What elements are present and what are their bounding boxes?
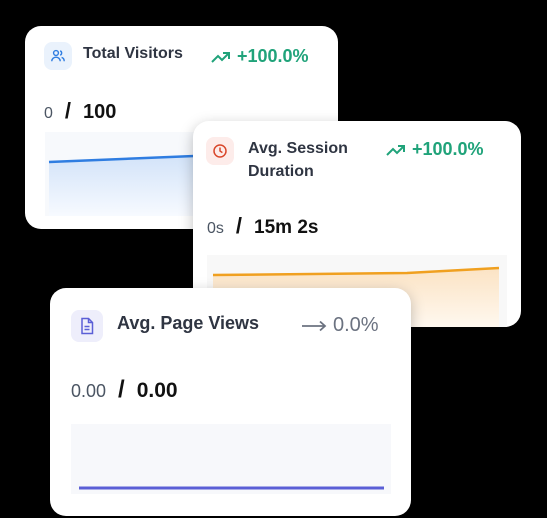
card-title-line2: Duration: [248, 163, 314, 180]
sparkline-chart: [71, 424, 391, 494]
card-title: Avg. Session Duration: [248, 137, 348, 183]
trend-flat-icon: [302, 320, 327, 331]
change-indicator: 0.0%: [301, 314, 379, 337]
current-value: 100: [83, 101, 117, 123]
value-row: 0.00 / 0.00: [71, 376, 178, 404]
card-title-line1: Avg. Session: [248, 140, 348, 157]
users-icon: [44, 42, 72, 70]
change-value: +100.0%: [412, 139, 484, 159]
previous-value: 0: [44, 105, 53, 122]
avg-page-views-card: Avg. Page Views 0.0% 0.00 / 0.00: [50, 288, 411, 516]
previous-value: 0s: [207, 220, 224, 237]
current-value: 0.00: [136, 379, 178, 402]
value-separator: /: [64, 98, 72, 123]
previous-value: 0.00: [71, 381, 107, 401]
trend-up-icon: [211, 51, 230, 63]
current-value: 15m 2s: [254, 217, 319, 238]
value-row: 0s / 15m 2s: [207, 213, 318, 239]
document-icon: [71, 310, 103, 342]
value-separator: /: [235, 213, 243, 238]
card-title: Total Visitors: [83, 45, 183, 62]
change-indicator: +100.0%: [386, 139, 484, 160]
clock-icon: [206, 137, 234, 165]
change-value: 0.0%: [333, 314, 379, 336]
card-title: Avg. Page Views: [117, 313, 260, 333]
change-value: +100.0%: [237, 46, 309, 66]
trend-up-icon: [386, 144, 405, 156]
value-row: 0 / 100: [44, 98, 116, 124]
value-separator: /: [118, 376, 125, 403]
change-indicator: +100.0%: [211, 46, 309, 67]
